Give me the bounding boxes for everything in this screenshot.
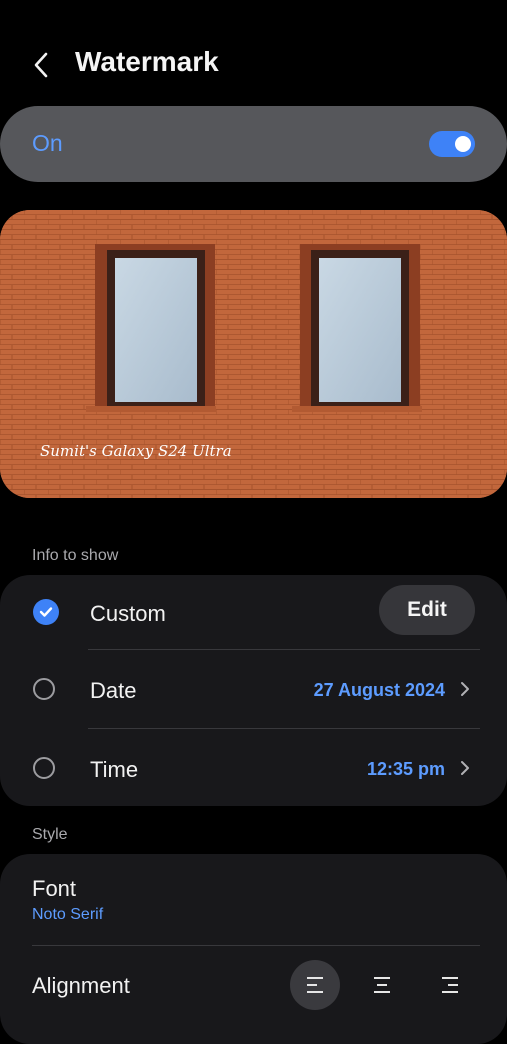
- option-date-row[interactable]: Date 27 August 2024: [0, 650, 507, 728]
- align-left-button[interactable]: [290, 960, 340, 1010]
- info-options-card: Custom Edit Date 27 August 2024 Time 12:…: [0, 575, 507, 806]
- divider: [32, 945, 480, 946]
- back-button[interactable]: [26, 48, 56, 82]
- watermark-toggle-switch[interactable]: [429, 131, 475, 157]
- toggle-label: On: [32, 130, 63, 156]
- font-label: Font: [32, 876, 77, 901]
- watermark-overlay-text: Sumit's Galaxy S24 Ultra: [40, 442, 232, 460]
- info-section-heading: Info to show: [32, 547, 119, 564]
- chevron-right-icon: [461, 761, 469, 775]
- align-center-button[interactable]: [357, 960, 407, 1010]
- option-date-label: Date: [90, 678, 137, 703]
- time-value: 12:35 pm: [366, 759, 445, 779]
- align-right-button[interactable]: [425, 960, 475, 1010]
- alignment-label: Alignment: [32, 973, 130, 998]
- align-left-icon: [307, 977, 323, 993]
- font-row[interactable]: Font Noto Serif: [0, 854, 507, 944]
- align-right-icon: [442, 977, 458, 993]
- date-value: 27 August 2024: [313, 680, 445, 700]
- option-time-row[interactable]: Time 12:35 pm: [0, 729, 507, 807]
- style-card: Font Noto Serif Alignment: [0, 854, 507, 1044]
- watermark-preview: Sumit's Galaxy S24 Ultra: [0, 210, 507, 498]
- chevron-left-icon: [34, 52, 48, 78]
- radio-button[interactable]: [33, 678, 55, 700]
- option-custom-label: Custom: [90, 601, 166, 626]
- chevron-right-icon: [461, 682, 469, 696]
- header: Watermark: [0, 30, 507, 100]
- radio-button[interactable]: [33, 757, 55, 779]
- option-time-label: Time: [90, 757, 139, 782]
- style-section-heading: Style: [32, 826, 68, 843]
- page-title: Watermark: [75, 46, 219, 77]
- checkmark-icon[interactable]: [33, 599, 59, 625]
- option-custom-row[interactable]: Custom Edit: [0, 575, 507, 653]
- align-center-icon: [374, 977, 390, 993]
- master-toggle-row[interactable]: On: [0, 106, 507, 182]
- toggle-knob: [455, 136, 471, 152]
- font-value: Noto Serif: [32, 906, 104, 923]
- edit-button[interactable]: Edit: [379, 585, 475, 635]
